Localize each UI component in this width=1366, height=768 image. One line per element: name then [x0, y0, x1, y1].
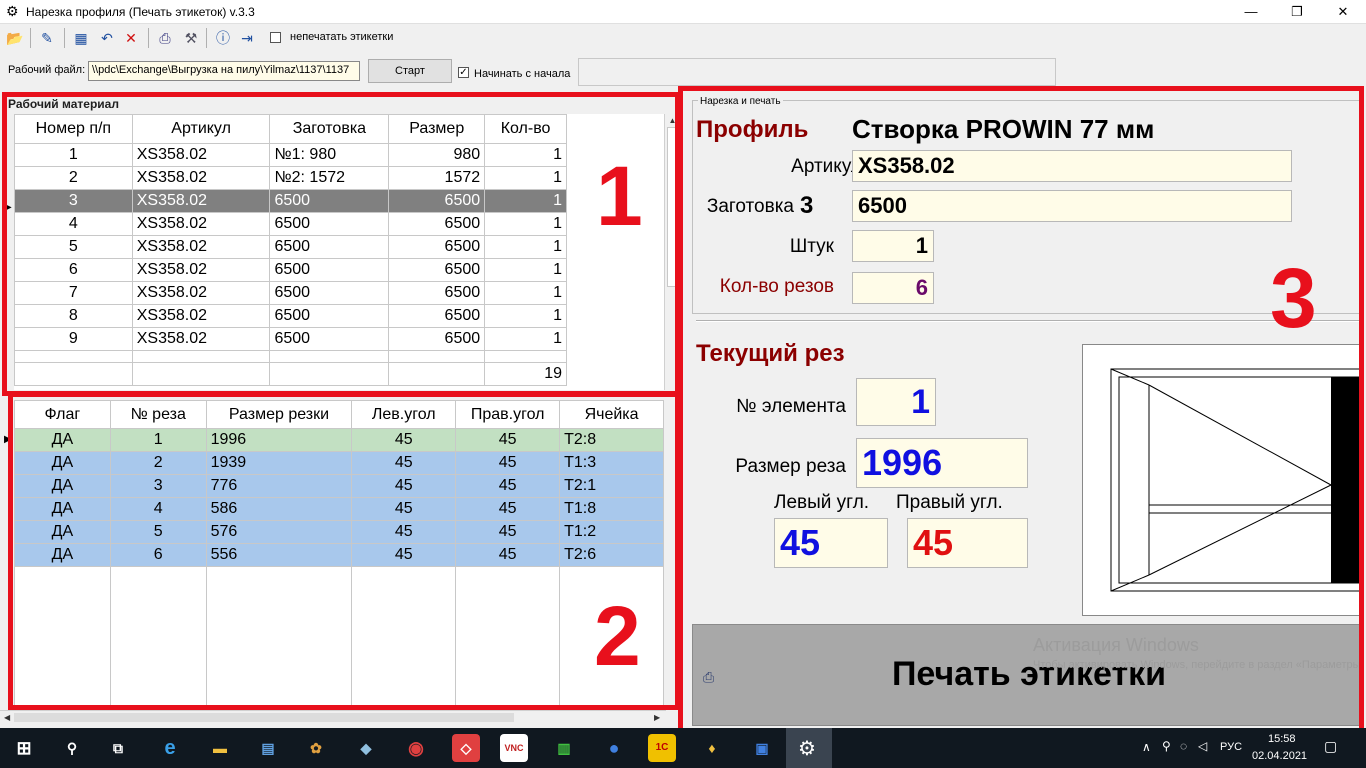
title-bar: ⚙ Нарезка профиля (Печать этикеток) v.3.…	[0, 0, 1366, 24]
language-indicator[interactable]: РУС	[1220, 741, 1242, 753]
annotation-frame-1	[2, 92, 680, 396]
one-c-icon[interactable]: 1С	[648, 734, 676, 762]
network-icon[interactable]: ⚲	[1162, 739, 1171, 753]
annotation-number-3: 3	[1270, 251, 1317, 345]
diamond-app-icon[interactable]: ♦	[698, 734, 726, 762]
document-icon[interactable]: ▣	[748, 734, 776, 762]
cuts-hscrollbar[interactable]: ◀ ▶	[0, 710, 666, 724]
start-button[interactable]: Старт	[368, 59, 452, 83]
file-label: Рабочий файл:	[8, 64, 86, 76]
toolbar-separator	[30, 28, 31, 48]
vnc-icon[interactable]: VNC	[500, 734, 528, 762]
window-title: Нарезка профиля (Печать этикеток) v.3.3	[26, 5, 255, 19]
restore-button[interactable]: ❐	[1274, 0, 1320, 24]
paint-icon[interactable]: ✿	[302, 734, 330, 762]
exit-icon[interactable]: ⇥	[236, 27, 258, 49]
close-button[interactable]: ✕	[1320, 0, 1366, 24]
hammer-icon[interactable]: ⚒	[180, 27, 202, 49]
scroll-thumb[interactable]	[14, 713, 514, 722]
annotation-number-2: 2	[594, 589, 641, 683]
minimize-button[interactable]: —	[1228, 0, 1274, 24]
edge-browser-icon[interactable]: e	[156, 734, 184, 762]
windows-start-icon[interactable]: ⊞	[10, 734, 38, 762]
spreadsheet-icon[interactable]: ▥	[550, 734, 578, 762]
wifi-icon[interactable]: ◌	[1180, 739, 1187, 753]
annotation-frame-2	[8, 392, 680, 710]
search-icon[interactable]: ⚲	[58, 734, 86, 762]
undo-icon[interactable]: ↶	[96, 27, 118, 49]
anydesk-icon[interactable]: ◇	[452, 734, 480, 762]
annotation-number-1: 1	[596, 149, 643, 243]
file-explorer-icon[interactable]: ▬	[206, 734, 234, 762]
toolbar: 📂 ✎ ▦ ↶ ✕ ⎙ ⚒ ⓘ ⇥ непечатать этикетки	[0, 24, 1366, 52]
info-icon[interactable]: ⓘ	[212, 27, 234, 49]
annotation-frame-3	[678, 86, 1364, 734]
sphere-app-icon[interactable]: ●	[600, 734, 628, 762]
open-folder-icon[interactable]: 📂	[4, 27, 26, 49]
clock-time[interactable]: 15:58	[1268, 733, 1296, 745]
toolbar-separator	[206, 28, 207, 48]
toolbar-separator	[64, 28, 65, 48]
task-view-icon[interactable]: ⧉	[104, 734, 132, 762]
from-start-label: Начинать с начала	[474, 68, 571, 80]
toolbar-separator	[148, 28, 149, 48]
from-start-checkbox[interactable]: ✓	[458, 67, 469, 78]
no-print-label: непечатать этикетки	[290, 31, 394, 43]
network-app-icon[interactable]: ▤	[254, 734, 282, 762]
notes-app-icon[interactable]: ◆	[352, 734, 380, 762]
taskbar: ⊞ ⚲ ⧉ e ▬ ▤ ✿ ◆ ◉ ◇ VNC ▥ ● 1С ♦ ▣ ⚙ ∧ ⚲…	[0, 728, 1366, 768]
print-icon[interactable]: ⎙	[154, 27, 176, 49]
delete-icon[interactable]: ✕	[120, 27, 142, 49]
volume-icon[interactable]: ◁	[1198, 739, 1207, 753]
file-path-field[interactable]: \\pdc\Exchange\Выгрузка на пилу\Yilmaz\1…	[88, 61, 360, 81]
file-row: Рабочий файл: \\pdc\Exchange\Выгрузка на…	[0, 52, 1366, 88]
clock-date[interactable]: 02.04.2021	[1252, 750, 1307, 762]
active-app-task[interactable]: ⚙	[786, 728, 832, 768]
gear-icon: ⚙	[798, 738, 816, 760]
no-print-checkbox[interactable]	[270, 32, 281, 43]
status-panel	[578, 58, 1056, 86]
tray-chevron-icon[interactable]: ∧	[1142, 740, 1151, 754]
notifications-icon[interactable]: ▢	[1324, 738, 1337, 755]
chrome-icon[interactable]: ◉	[402, 734, 430, 762]
grid-icon[interactable]: ▦	[70, 27, 92, 49]
edit-pen-icon[interactable]: ✎	[36, 27, 58, 49]
gear-icon: ⚙	[6, 3, 19, 19]
